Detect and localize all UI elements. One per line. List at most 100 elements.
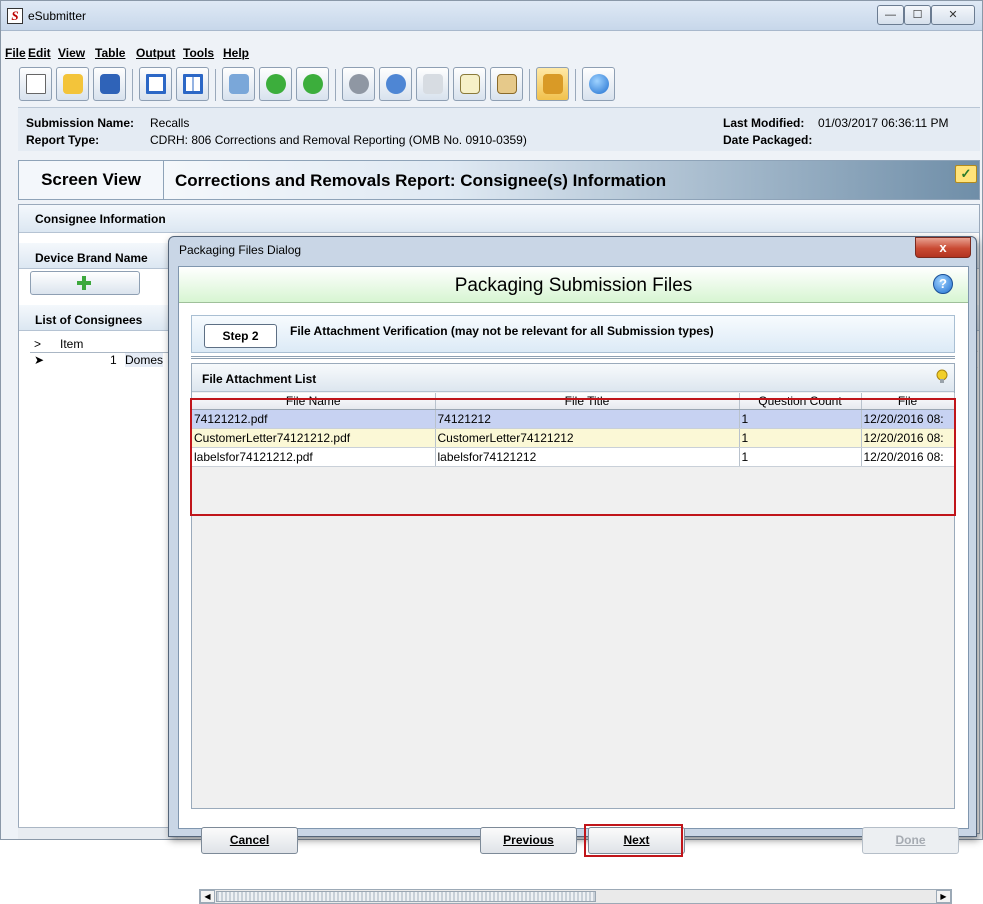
scroll-thumb[interactable]	[216, 891, 596, 902]
cell-file-name: labelsfor74121212.pdf	[192, 447, 436, 467]
next-button[interactable]: Next	[588, 827, 685, 854]
cell-file-date: 12/20/2016 08:	[861, 428, 955, 448]
table-horizontal-scrollbar[interactable]: ◀ ▶	[199, 889, 952, 904]
split-view-icon	[183, 74, 203, 94]
step-bar: Step 2 File Attachment Verification (may…	[191, 315, 955, 353]
settings-icon	[349, 74, 369, 94]
submission-name-label: Submission Name:	[26, 116, 135, 130]
open-folder-icon	[63, 74, 83, 94]
cell-file-date: 12/20/2016 08:	[861, 447, 955, 467]
refresh-button[interactable]	[379, 67, 412, 101]
column-header-file[interactable]: File	[861, 393, 955, 410]
file-attachment-list-title: File Attachment List	[192, 364, 954, 392]
window-button[interactable]	[139, 67, 172, 101]
scroll-left-arrow-icon[interactable]: ◀	[200, 890, 215, 903]
toolbar-separator	[529, 69, 530, 101]
package-button[interactable]	[536, 67, 569, 101]
dialog-title: Packaging Files Dialog	[179, 243, 302, 257]
menu-help[interactable]: Help	[223, 46, 249, 60]
file-attachment-panel: File Attachment List File Name File Titl…	[191, 363, 955, 904]
done-label: Done	[895, 833, 926, 847]
toolbar-separator	[575, 69, 576, 101]
main-window: S eSubmitter — ☐ ✕ File Edit View Table …	[0, 0, 983, 904]
step-description: File Attachment Verification (may not be…	[290, 324, 714, 338]
page-title: Corrections and Removals Report: Consign…	[175, 171, 667, 190]
dialog-heading: Packaging Submission Files	[454, 275, 693, 296]
table-row[interactable]: 74121212.pdf 74121212 1 12/20/2016 08:	[192, 409, 955, 429]
settings-button[interactable]	[342, 67, 375, 101]
menu-tools[interactable]: Tools	[183, 46, 214, 60]
cut-button[interactable]	[416, 67, 449, 101]
copy-button[interactable]	[453, 67, 486, 101]
column-header-file-name[interactable]: File Name	[192, 393, 436, 410]
cancel-button[interactable]: Cancel	[201, 827, 298, 854]
new-document-icon	[26, 74, 46, 94]
copy-icon	[460, 74, 480, 94]
plus-icon	[77, 276, 91, 290]
table-row[interactable]: CustomerLetter74121212.pdf CustomerLette…	[192, 428, 955, 448]
cell-question-count: 1	[739, 428, 862, 448]
horizontal-scrollbar[interactable]	[18, 827, 178, 839]
package-icon	[543, 74, 563, 94]
cell-question-count: 1	[739, 447, 862, 467]
forward-button[interactable]	[296, 67, 329, 101]
done-button[interactable]: Done	[862, 827, 959, 854]
split-view-button[interactable]	[176, 67, 209, 101]
back-icon	[266, 74, 286, 94]
menu-view[interactable]: View	[58, 46, 85, 60]
screen-view-tab[interactable]: Screen View	[19, 161, 164, 199]
paste-icon	[497, 74, 517, 94]
help-icon	[589, 74, 609, 94]
step-divider	[191, 356, 955, 359]
menu-edit[interactable]: Edit	[28, 46, 51, 60]
window-title: eSubmitter	[28, 9, 87, 23]
lightbulb-icon[interactable]	[936, 369, 948, 385]
submission-name-value: Recalls	[150, 116, 190, 130]
cell-question-count: 1	[739, 409, 862, 429]
scroll-right-arrow-icon[interactable]: ▶	[936, 890, 951, 903]
check-folder-icon[interactable]: ✓	[955, 165, 977, 183]
cut-icon	[423, 74, 443, 94]
home-button[interactable]	[222, 67, 255, 101]
file-attachment-table: File Name File Title Question Count File…	[192, 393, 955, 467]
column-header-question-count[interactable]: Question Count	[739, 393, 862, 410]
previous-label: Previous	[503, 833, 554, 847]
help-button[interactable]	[582, 67, 615, 101]
new-document-button[interactable]	[19, 67, 52, 101]
save-button[interactable]	[93, 67, 126, 101]
column-header-file-title[interactable]: File Title	[435, 393, 740, 410]
home-icon	[229, 74, 249, 94]
back-button[interactable]	[259, 67, 292, 101]
menu-table[interactable]: Table	[95, 46, 125, 60]
menu-file[interactable]: File	[5, 46, 26, 60]
paste-button[interactable]	[490, 67, 523, 101]
maximize-button[interactable]: ☐	[904, 5, 931, 25]
open-button[interactable]	[56, 67, 89, 101]
cancel-label: Cancel	[229, 833, 270, 847]
menu-output[interactable]: Output	[136, 46, 175, 60]
toolbar-separator	[335, 69, 336, 101]
grid-header-item: Item	[60, 337, 84, 351]
grid-row-text[interactable]: Domes	[125, 353, 164, 367]
cell-file-date: 12/20/2016 08:	[861, 409, 955, 429]
date-packaged-label: Date Packaged:	[723, 133, 813, 147]
previous-button[interactable]: Previous	[480, 827, 577, 854]
forward-icon	[303, 74, 323, 94]
close-window-button[interactable]: ✕	[931, 5, 975, 25]
cell-file-title: CustomerLetter74121212	[435, 428, 740, 448]
last-modified-label: Last Modified:	[723, 116, 805, 130]
table-row[interactable]: labelsfor74121212.pdf labelsfor74121212 …	[192, 447, 955, 467]
dialog-body: Packaging Submission Files ? Step 2 File…	[178, 266, 969, 904]
toolbar	[19, 67, 719, 105]
help-icon[interactable]: ?	[933, 274, 953, 294]
cell-file-name: 74121212.pdf	[192, 409, 436, 429]
packaging-files-dialog: Packaging Files Dialog x Packaging Submi…	[168, 236, 977, 904]
minimize-button[interactable]: —	[877, 5, 904, 25]
title-bar: S eSubmitter — ☐ ✕	[1, 1, 982, 31]
add-row-button[interactable]	[30, 271, 140, 295]
next-label: Next	[623, 833, 650, 847]
dialog-close-button[interactable]: x	[915, 237, 971, 258]
app-logo: S	[7, 8, 23, 24]
grid-row-marker: ➤	[34, 353, 45, 367]
consignee-info-header: Consignee Information	[19, 205, 979, 233]
